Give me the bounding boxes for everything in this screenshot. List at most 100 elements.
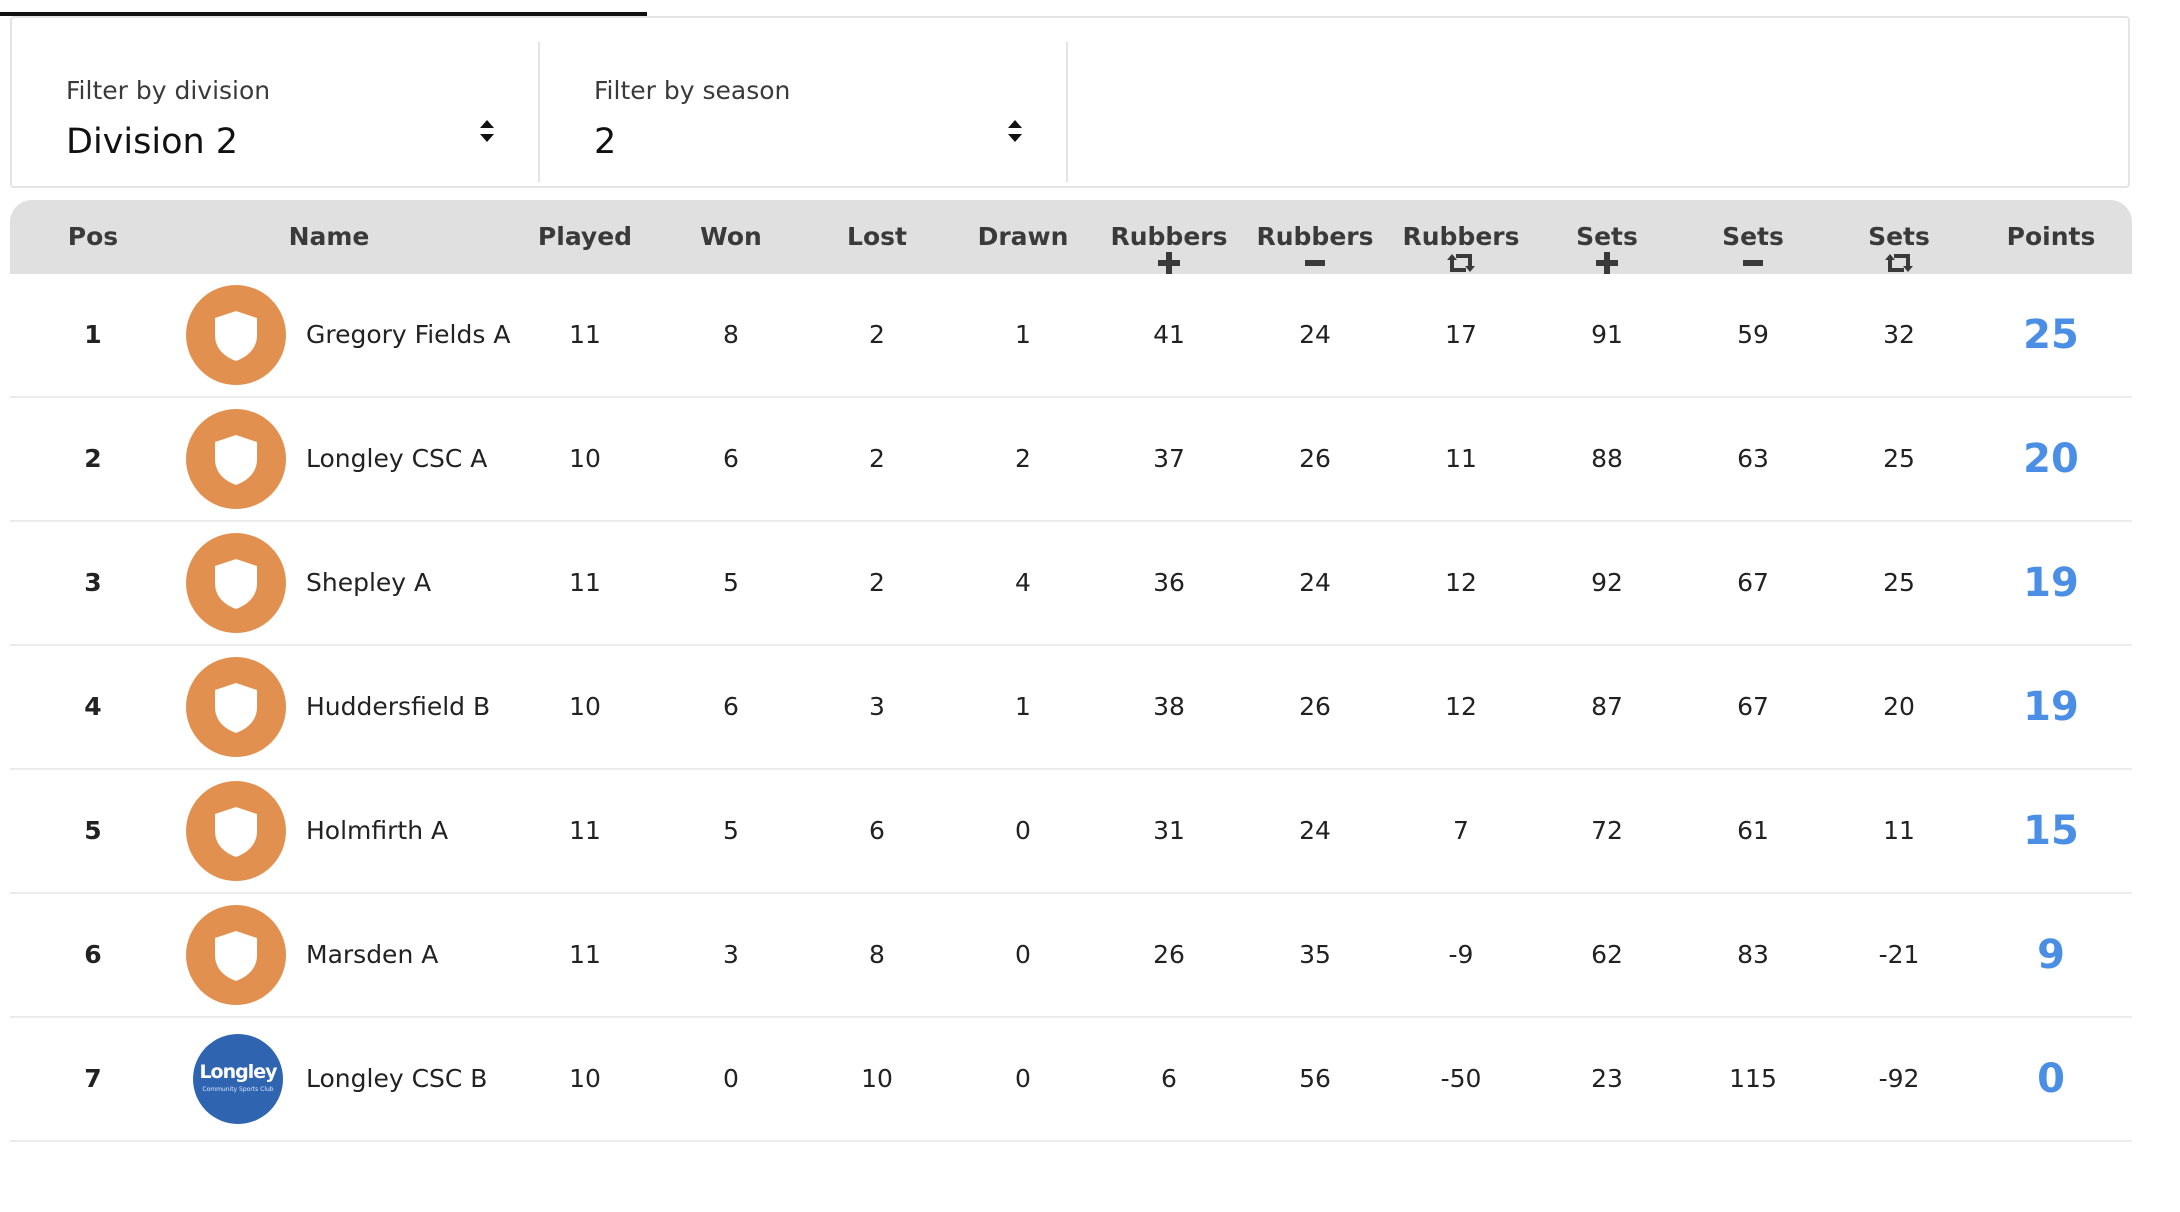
cell-won: 6 <box>723 692 739 721</box>
cell-sets-for: 62 <box>1591 940 1623 969</box>
cell-rubbers-for: 26 <box>1153 940 1185 969</box>
cell-lost: 10 <box>861 1064 893 1093</box>
cell-drawn: 1 <box>1015 320 1031 349</box>
table-row[interactable]: 4 Huddersfield B 10 6 3 1 38 26 12 87 67 20 19 <box>10 646 2132 770</box>
cell-played: 11 <box>569 816 601 845</box>
team-logo <box>186 905 286 1005</box>
table-row[interactable]: 5 Holmfirth A 11 5 6 0 31 24 7 72 61 11 15 <box>10 770 2132 894</box>
column-header-played: Played <box>525 200 645 274</box>
cell-drawn: 0 <box>1015 940 1031 969</box>
cell-sets-against: 63 <box>1737 444 1769 473</box>
column-header-sets-diff: Sets <box>1834 200 1964 274</box>
cell-played: 10 <box>569 444 601 473</box>
division-filter-select[interactable]: Filter by division Division 2 <box>12 42 540 182</box>
cell-points: 20 <box>2023 436 2079 482</box>
column-header-label: Rubbers <box>1256 222 1374 251</box>
table-row[interactable]: 3 Shepley A 11 5 2 4 36 24 12 92 67 25 19 <box>10 522 2132 646</box>
column-header-won: Won <box>671 200 791 274</box>
cell-played: 11 <box>569 320 601 349</box>
cell-drawn: 0 <box>1015 816 1031 845</box>
cell-played: 11 <box>569 940 601 969</box>
cell-sets-against: 67 <box>1737 692 1769 721</box>
cell-won: 6 <box>723 444 739 473</box>
cell-lost: 6 <box>869 816 885 845</box>
cell-points: 25 <box>2023 312 2079 358</box>
minus-icon <box>1688 251 1818 273</box>
cell-pos: 3 <box>84 568 102 597</box>
season-filter-label: Filter by season <box>594 76 791 105</box>
cell-rubbers-diff: 7 <box>1453 816 1469 845</box>
cell-lost: 2 <box>869 568 885 597</box>
column-header-name: Name <box>199 200 459 274</box>
shield-icon <box>215 807 257 857</box>
cell-rubbers-for: 37 <box>1153 444 1185 473</box>
division-filter-value: Division 2 <box>66 122 239 162</box>
shield-icon <box>215 559 257 609</box>
cell-drawn: 0 <box>1015 1064 1031 1093</box>
table-row[interactable]: 2 Longley CSC A 10 6 2 2 37 26 11 88 63 25 20 <box>10 398 2132 522</box>
team-logo <box>186 657 286 757</box>
cell-won: 8 <box>723 320 739 349</box>
cell-points: 0 <box>2037 1056 2065 1102</box>
cell-points: 19 <box>2023 560 2079 606</box>
column-header-label: Played <box>537 222 633 251</box>
cell-lost: 2 <box>869 444 885 473</box>
cell-sets-for: 92 <box>1591 568 1623 597</box>
column-header-rubbers-against: Rubbers <box>1250 200 1380 274</box>
column-header-points: Points <box>1981 200 2121 274</box>
cell-sets-against: 67 <box>1737 568 1769 597</box>
cell-drawn: 1 <box>1015 692 1031 721</box>
cell-rubbers-diff: 11 <box>1445 444 1477 473</box>
cell-sets-diff: -21 <box>1878 940 1920 969</box>
table-row[interactable]: 6 Marsden A 11 3 8 0 26 35 -9 62 83 -21 9 <box>10 894 2132 1018</box>
cell-played: 10 <box>569 1064 601 1093</box>
cell-rubbers-diff: 12 <box>1445 568 1477 597</box>
column-header-label: Drawn <box>977 222 1069 251</box>
shield-icon <box>215 683 257 733</box>
cell-rubbers-against: 26 <box>1299 692 1331 721</box>
cell-rubbers-for: 6 <box>1161 1064 1177 1093</box>
column-header-label: Pos <box>67 222 119 251</box>
cell-won: 0 <box>723 1064 739 1093</box>
team-logo <box>186 409 286 509</box>
cell-rubbers-for: 38 <box>1153 692 1185 721</box>
cell-played: 11 <box>569 568 601 597</box>
cell-pos: 6 <box>84 940 102 969</box>
column-header-label: Points <box>2006 222 2096 251</box>
cell-rubbers-against: 24 <box>1299 568 1331 597</box>
table-row[interactable]: 7 Longley Community Sports Club Longley CSC… <box>10 1018 2132 1142</box>
column-header-sets-against: Sets <box>1688 200 1818 274</box>
table-body: 1 Gregory Fields A 11 8 2 1 41 24 17 91 59 32 25 2 Lon… <box>10 274 2132 1142</box>
retweet-icon <box>1396 251 1526 273</box>
column-header-label: Sets <box>1722 222 1784 251</box>
cell-pos: 2 <box>84 444 102 473</box>
season-filter-select[interactable]: Filter by season 2 <box>540 42 1068 182</box>
cell-sets-diff: 25 <box>1883 568 1915 597</box>
cell-sets-diff: 32 <box>1883 320 1915 349</box>
cell-pos: 1 <box>84 320 102 349</box>
team-logo <box>186 285 286 385</box>
cell-sets-against: 59 <box>1737 320 1769 349</box>
column-header-rubbers-diff: Rubbers <box>1396 200 1526 274</box>
column-header-label: Sets <box>1576 222 1638 251</box>
cell-sets-diff: 25 <box>1883 444 1915 473</box>
plus-icon <box>1104 251 1234 274</box>
club-logo: Longley Community Sports Club <box>193 1034 283 1124</box>
column-header-label: Won <box>700 222 762 251</box>
table-row[interactable]: 1 Gregory Fields A 11 8 2 1 41 24 17 91 59 32 25 <box>10 274 2132 398</box>
cell-rubbers-diff: 17 <box>1445 320 1477 349</box>
cell-pos: 5 <box>84 816 102 845</box>
cell-played: 10 <box>569 692 601 721</box>
cell-rubbers-for: 41 <box>1153 320 1185 349</box>
league-table: Pos Name Played Won Lost Drawn Rubbers Rubbers R… <box>10 200 2132 1142</box>
team-logo <box>186 533 286 633</box>
column-header-label: Sets <box>1868 222 1930 251</box>
cell-rubbers-diff: -9 <box>1448 940 1474 969</box>
retweet-icon <box>1834 251 1964 273</box>
column-header-sets-for: Sets <box>1542 200 1672 274</box>
cell-won: 5 <box>723 816 739 845</box>
column-header-label: Rubbers <box>1110 222 1228 251</box>
shield-icon <box>215 931 257 981</box>
cell-points: 15 <box>2023 808 2079 854</box>
cell-won: 5 <box>723 568 739 597</box>
